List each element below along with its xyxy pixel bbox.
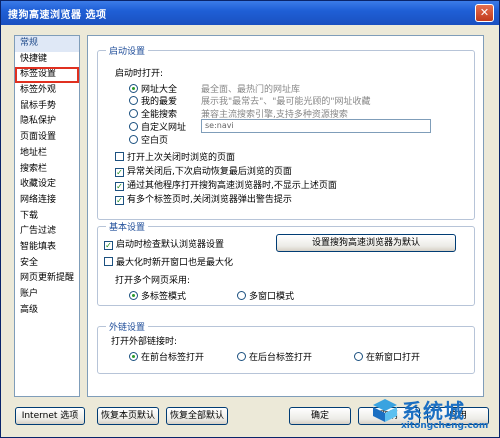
checkbox-icon: ✓ — [115, 182, 124, 191]
window-title: 搜狗高速浏览器 选项 — [8, 10, 107, 21]
startup-option[interactable]: 全能搜索 — [129, 107, 177, 120]
startup-option-label: 我的最爱 — [141, 97, 178, 107]
checkbox-icon: ✓ — [115, 196, 124, 205]
radio-icon — [237, 352, 246, 361]
multi-window-label: 多窗口模式 — [249, 292, 295, 302]
category-list: 常规 快捷键 标签设置 标签外观 鼠标手势 隐私保护 页面设置 地址栏 搜索栏 收藏设定 网络连接下… — [14, 35, 80, 397]
site-watermark: 系统城 xitongcheng.com — [371, 395, 499, 437]
new-window-radio[interactable]: 在新窗口打开 — [354, 350, 420, 363]
sidebar-item[interactable]: 账户 — [15, 287, 79, 303]
sidebar-item[interactable]: 快捷键 — [15, 52, 79, 68]
maximize-check-label: 最大化时新开窗口也是最大化 — [116, 258, 234, 268]
radio-icon — [354, 352, 363, 361]
settings-panel: 启动设置 启动时打开: 网址大全 最全面、最热门的网址库 我的最爱 展示我"最常去"、… — [87, 35, 484, 397]
radio-selected-icon — [129, 84, 138, 93]
startup-checkbox[interactable]: ✓ 通过其他程序打开搜狗高速浏览器时,不显示上述页面 — [115, 178, 337, 191]
sidebar-item[interactable]: 地址栏 — [15, 146, 79, 162]
background-tab-radio[interactable]: 在后台标签打开 — [237, 350, 312, 363]
sidebar-item[interactable]: 常规 — [15, 36, 79, 52]
startup-option[interactable]: 自定义网址 — [129, 120, 186, 133]
set-default-button-label: 设置搜狗高速浏览器为默认 — [311, 238, 420, 248]
radio-icon — [129, 135, 138, 144]
foreground-tab-radio[interactable]: 在前台标签打开 — [129, 350, 204, 363]
options-window: 搜狗高速浏览器 选项 ✕ 常规 快捷键 标签设置 标签外观 鼠标手势 隐私保护 页面设置 地址… — [0, 0, 500, 438]
radio-selected-icon — [129, 291, 138, 300]
startup-legend: 启动设置 — [106, 44, 149, 57]
ok-button[interactable]: 确定 — [289, 407, 351, 425]
checkbox-icon — [104, 257, 113, 266]
background-tab-label: 在后台标签打开 — [249, 353, 313, 363]
close-icon: ✕ — [479, 6, 490, 19]
basic-legend: 基本设置 — [106, 220, 149, 233]
startup-option-label: 空白页 — [141, 136, 169, 146]
foreground-tab-label: 在前台标签打开 — [141, 353, 205, 363]
default-browser-check[interactable]: ✓ 启动时检查默认浏览器设置 — [104, 237, 224, 250]
sidebar-item[interactable]: 网页更新提醒 — [15, 271, 79, 287]
new-window-label: 在新窗口打开 — [366, 353, 421, 363]
radio-selected-icon — [129, 352, 138, 361]
sidebar-item[interactable]: 收藏设定 — [15, 177, 79, 193]
external-label: 打开外部链接时: — [111, 337, 178, 347]
watermark-logo-icon — [373, 399, 397, 422]
sidebar-item[interactable]: 页面设置 — [15, 130, 79, 146]
set-default-button[interactable]: 设置搜狗高速浏览器为默认 — [276, 234, 456, 252]
watermark-text: 系统城 — [402, 399, 465, 423]
startup-checkbox-label: 异常关闭后,下次启动恢复最后浏览的页面 — [127, 167, 292, 177]
radio-icon — [129, 96, 138, 105]
close-button[interactable]: ✕ — [475, 4, 494, 22]
checkbox-icon: ✓ — [104, 241, 113, 250]
sidebar-item[interactable]: 鼠标手势 — [15, 99, 79, 115]
external-legend: 外链设置 — [106, 320, 149, 333]
radio-icon — [129, 122, 138, 131]
checkbox-icon — [115, 152, 124, 161]
sidebar-item[interactable]: 网络连接 — [15, 193, 79, 209]
multi-tab-label: 多标签模式 — [141, 292, 187, 302]
multi-window-radio[interactable]: 多窗口模式 — [237, 289, 294, 302]
radio-icon — [129, 109, 138, 118]
default-browser-check-label: 启动时检查默认浏览器设置 — [116, 240, 225, 250]
sidebar-item[interactable]: 智能填表 — [15, 240, 79, 256]
startup-option[interactable]: 空白页 — [129, 133, 168, 146]
restore-page-label: 恢复本页默认 — [100, 411, 155, 421]
startup-checkbox[interactable]: ✓ 有多个标签页时,关闭浏览器弹出警告提示 — [115, 192, 292, 205]
watermark-url: xitongcheng.com — [401, 421, 489, 431]
sidebar-item[interactable]: 隐私保护 — [15, 114, 79, 130]
startup-checkbox[interactable]: ✓ 异常关闭后,下次启动恢复最后浏览的页面 — [115, 164, 292, 177]
ok-label: 确定 — [310, 411, 329, 421]
on-start-label: 启动时打开: — [115, 69, 164, 79]
sidebar-item[interactable]: 标签外观 — [15, 83, 79, 99]
startup-checkbox-label: 通过其他程序打开搜狗高速浏览器时,不显示上述页面 — [127, 181, 337, 191]
custom-url-input[interactable]: se:navi — [201, 119, 431, 133]
internet-options-button[interactable]: Internet 选项 — [15, 407, 85, 425]
title-bar[interactable]: 搜狗高速浏览器 选项 ✕ — [1, 1, 499, 25]
sidebar-item[interactable]: 广告过滤 — [15, 224, 79, 240]
internet-options-label: Internet 选项 — [21, 411, 79, 421]
checkbox-icon: ✓ — [115, 168, 124, 177]
sidebar-item[interactable]: 搜索栏 — [15, 162, 79, 178]
radio-icon — [237, 291, 246, 300]
sidebar-item[interactable]: 下载 — [15, 209, 79, 225]
multi-page-label: 打开多个网页采用: — [115, 276, 191, 286]
startup-checkbox-label: 有多个标签页时,关闭浏览器弹出警告提示 — [127, 195, 292, 205]
custom-url-value: se:navi — [205, 121, 234, 130]
startup-option[interactable]: 我的最爱 — [129, 94, 177, 107]
sidebar-item[interactable]: 安全 — [15, 256, 79, 272]
sidebar-item[interactable]: 标签设置 — [15, 67, 79, 84]
restore-all-label: 恢复全部默认 — [169, 411, 224, 421]
startup-option-label: 全能搜索 — [141, 110, 178, 120]
startup-option-label: 自定义网址 — [141, 123, 187, 133]
maximize-check[interactable]: 最大化时新开窗口也是最大化 — [104, 255, 233, 268]
startup-checkbox-label: 打开上次关闭时浏览的页面 — [127, 153, 236, 163]
startup-checkbox[interactable]: 打开上次关闭时浏览的页面 — [115, 150, 235, 163]
restore-all-button[interactable]: 恢复全部默认 — [166, 407, 228, 425]
startup-option-desc: 展示我"最常去"、"最可能光顾的"网址收藏 — [201, 97, 371, 107]
restore-page-button[interactable]: 恢复本页默认 — [97, 407, 159, 425]
multi-tab-radio[interactable]: 多标签模式 — [129, 289, 186, 302]
sidebar-item[interactable]: 高级 — [15, 303, 79, 319]
